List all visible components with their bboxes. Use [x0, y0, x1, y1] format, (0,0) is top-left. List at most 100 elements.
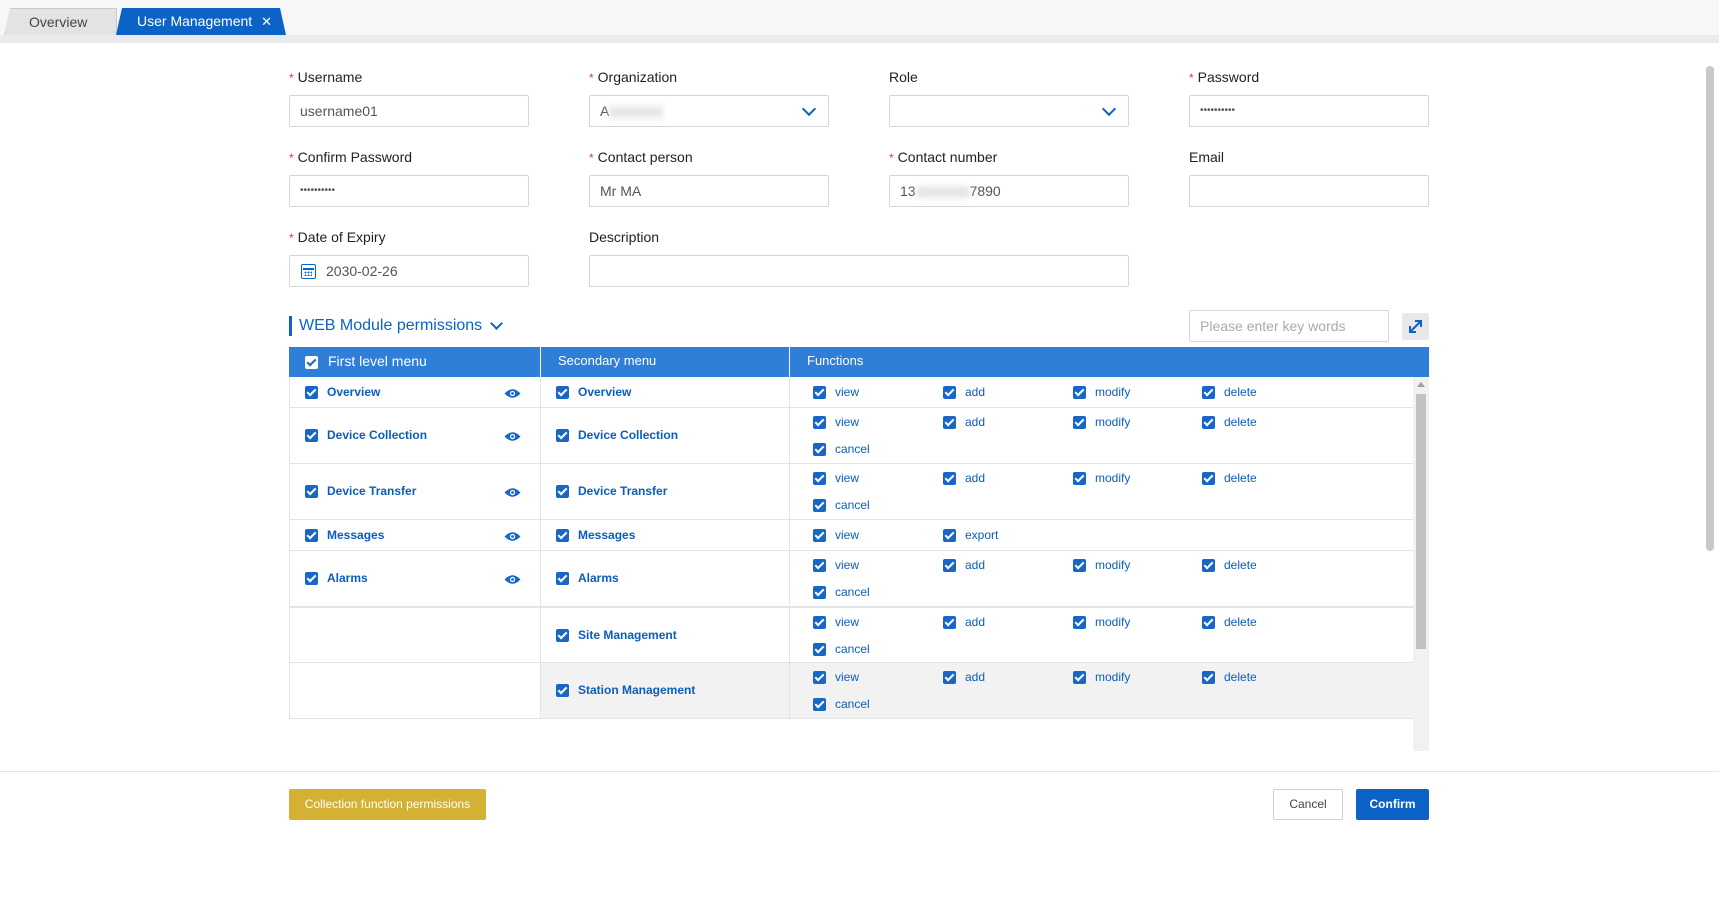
- web-module-permissions-title[interactable]: WEB Module permissions: [289, 316, 482, 336]
- function-checkbox[interactable]: [943, 671, 956, 684]
- secondary-label: Device Transfer: [578, 484, 668, 498]
- function-label: cancel: [835, 585, 870, 599]
- required-mark: *: [589, 151, 594, 165]
- table-scrollbar[interactable]: [1413, 377, 1429, 751]
- function-label: modify: [1095, 471, 1131, 485]
- tab-bar-divider: [0, 35, 1719, 43]
- secondary-checkbox[interactable]: [556, 386, 569, 399]
- function-checkbox[interactable]: [813, 698, 826, 711]
- header-first-level-menu: First level menu: [328, 353, 427, 369]
- first-level-checkbox[interactable]: [305, 386, 318, 399]
- first-level-checkbox[interactable]: [305, 572, 318, 585]
- function-checkbox[interactable]: [813, 443, 826, 456]
- confirm-button[interactable]: Confirm: [1356, 789, 1429, 820]
- first-level-cell: [289, 608, 540, 662]
- password-input[interactable]: ••••••••••: [1189, 95, 1429, 127]
- table-scrollbar-thumb[interactable]: [1416, 394, 1426, 649]
- functions-cell: view add modify delete: [789, 377, 1413, 407]
- function-checkbox[interactable]: [813, 386, 826, 399]
- function-checkbox[interactable]: [943, 472, 956, 485]
- username-input[interactable]: username01: [289, 95, 529, 127]
- close-icon[interactable]: ✕: [261, 8, 272, 35]
- function-checkbox[interactable]: [943, 386, 956, 399]
- header-divider: [540, 347, 541, 377]
- function-checkbox[interactable]: [1073, 472, 1086, 485]
- function-checkbox[interactable]: [1073, 416, 1086, 429]
- function-checkbox[interactable]: [1073, 671, 1086, 684]
- secondary-checkbox[interactable]: [556, 429, 569, 442]
- eye-icon[interactable]: [504, 531, 521, 542]
- scroll-up-arrow-icon[interactable]: [1417, 382, 1425, 387]
- secondary-checkbox[interactable]: [556, 629, 569, 642]
- secondary-checkbox[interactable]: [556, 684, 569, 697]
- function-label: add: [965, 471, 986, 485]
- function-checkbox[interactable]: [943, 529, 956, 542]
- function-checkbox[interactable]: [943, 559, 956, 572]
- organization-select[interactable]: A: [589, 95, 829, 127]
- function-checkbox[interactable]: [813, 499, 826, 512]
- first-level-checkbox[interactable]: [305, 529, 318, 542]
- function-checkbox[interactable]: [1202, 559, 1215, 572]
- confirm-password-input[interactable]: ••••••••••: [289, 175, 529, 207]
- keyword-search-input[interactable]: Please enter key words: [1189, 310, 1389, 342]
- page-scrollbar[interactable]: [1706, 66, 1714, 551]
- cancel-button[interactable]: Cancel: [1273, 789, 1343, 820]
- secondary-cell: Messages: [540, 520, 789, 550]
- function-checkbox[interactable]: [813, 616, 826, 629]
- contact-number-label-text: Contact number: [897, 149, 998, 165]
- function-checkbox[interactable]: [813, 559, 826, 572]
- first-level-checkbox[interactable]: [305, 429, 318, 442]
- secondary-label: Messages: [578, 528, 636, 542]
- function-checkbox[interactable]: [813, 643, 826, 656]
- description-input[interactable]: [589, 255, 1129, 287]
- tab-overview[interactable]: Overview: [4, 8, 117, 35]
- function-checkbox[interactable]: [1073, 559, 1086, 572]
- contact-person-input[interactable]: Mr MA: [589, 175, 829, 207]
- required-mark: *: [289, 71, 294, 85]
- secondary-cell: Alarms: [540, 551, 789, 606]
- function-checkbox[interactable]: [1073, 386, 1086, 399]
- eye-icon[interactable]: [504, 431, 521, 442]
- secondary-checkbox[interactable]: [556, 529, 569, 542]
- eye-icon[interactable]: [504, 574, 521, 585]
- function-checkbox[interactable]: [813, 586, 826, 599]
- eye-icon[interactable]: [504, 388, 521, 399]
- email-input[interactable]: [1189, 175, 1429, 207]
- role-select[interactable]: [889, 95, 1129, 127]
- tab-user-management[interactable]: User Management ✕: [116, 8, 286, 35]
- contact-number-input[interactable]: 13 7890: [889, 175, 1129, 207]
- first-level-cell: Device Transfer: [289, 464, 540, 519]
- secondary-cell: Device Collection: [540, 408, 789, 463]
- tab-user-management-label: User Management: [137, 13, 253, 29]
- secondary-checkbox[interactable]: [556, 572, 569, 585]
- collection-permissions-button[interactable]: Collection function permissions: [289, 789, 486, 820]
- function-checkbox[interactable]: [1073, 616, 1086, 629]
- first-level-label: Device Transfer: [327, 484, 417, 498]
- secondary-checkbox[interactable]: [556, 485, 569, 498]
- chevron-down-icon[interactable]: [490, 317, 503, 330]
- function-checkbox[interactable]: [1202, 386, 1215, 399]
- function-checkbox[interactable]: [813, 416, 826, 429]
- function-checkbox[interactable]: [1202, 416, 1215, 429]
- first-level-checkbox[interactable]: [305, 485, 318, 498]
- function-checkbox[interactable]: [813, 529, 826, 542]
- expand-button[interactable]: [1402, 313, 1429, 340]
- function-label: delete: [1224, 415, 1257, 429]
- select-all-checkbox[interactable]: [305, 356, 318, 369]
- function-checkbox[interactable]: [943, 616, 956, 629]
- function-checkbox[interactable]: [1202, 671, 1215, 684]
- function-checkbox[interactable]: [1202, 616, 1215, 629]
- date-of-expiry-value: 2030-02-26: [326, 263, 398, 279]
- function-checkbox[interactable]: [1202, 472, 1215, 485]
- eye-icon[interactable]: [504, 487, 521, 498]
- function-checkbox[interactable]: [943, 416, 956, 429]
- function-checkbox[interactable]: [813, 671, 826, 684]
- function-label: view: [835, 385, 860, 399]
- contact-person-field: * Contact person Mr MA: [589, 148, 829, 207]
- function-label: delete: [1224, 670, 1257, 684]
- required-mark: *: [1189, 71, 1194, 85]
- function-checkbox[interactable]: [813, 472, 826, 485]
- table-row: Device Transfer Device Transfer view add mod…: [289, 464, 1413, 520]
- secondary-cell: Site Management: [540, 608, 789, 662]
- date-of-expiry-input[interactable]: 2030-02-26: [289, 255, 529, 287]
